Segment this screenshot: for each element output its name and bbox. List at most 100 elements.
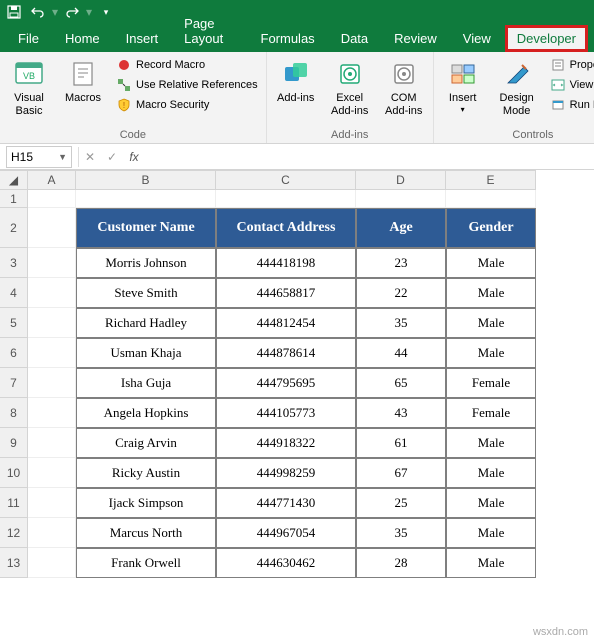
col-header[interactable]: B	[76, 170, 216, 190]
table-cell[interactable]: Richard Hadley	[76, 308, 216, 338]
table-cell[interactable]: Frank Orwell	[76, 548, 216, 578]
cell[interactable]	[28, 518, 76, 548]
row-header[interactable]: 4	[0, 278, 28, 308]
record-macro-button[interactable]: Record Macro	[114, 56, 260, 74]
table-cell[interactable]: 22	[356, 278, 446, 308]
table-cell[interactable]: Male	[446, 458, 536, 488]
table-cell[interactable]: 444967054	[216, 518, 356, 548]
row-header[interactable]: 10	[0, 458, 28, 488]
table-cell[interactable]: Craig Arvin	[76, 428, 216, 458]
table-cell[interactable]: 444795695	[216, 368, 356, 398]
table-cell[interactable]: 65	[356, 368, 446, 398]
cell[interactable]	[28, 548, 76, 578]
table-cell[interactable]: 23	[356, 248, 446, 278]
properties-button[interactable]: Properties	[548, 56, 594, 74]
table-cell[interactable]: 444918322	[216, 428, 356, 458]
row-header[interactable]: 12	[0, 518, 28, 548]
table-cell[interactable]: Male	[446, 488, 536, 518]
table-cell[interactable]: Male	[446, 518, 536, 548]
table-header[interactable]: Customer Name	[76, 208, 216, 248]
table-cell[interactable]: 35	[356, 518, 446, 548]
table-cell[interactable]: Male	[446, 278, 536, 308]
tab-file[interactable]: File	[6, 25, 51, 52]
table-cell[interactable]: Usman Khaja	[76, 338, 216, 368]
visual-basic-button[interactable]: VB Visual Basic	[6, 56, 52, 120]
tab-insert[interactable]: Insert	[114, 25, 171, 52]
tab-home[interactable]: Home	[53, 25, 112, 52]
cell[interactable]	[28, 278, 76, 308]
table-cell[interactable]: 444998259	[216, 458, 356, 488]
row-header[interactable]: 8	[0, 398, 28, 428]
view-code-button[interactable]: View Code	[548, 76, 594, 94]
cell[interactable]	[356, 190, 446, 208]
table-cell[interactable]: 61	[356, 428, 446, 458]
table-cell[interactable]: Ijack Simpson	[76, 488, 216, 518]
table-cell[interactable]: 25	[356, 488, 446, 518]
tab-data[interactable]: Data	[329, 25, 380, 52]
row-header[interactable]: 7	[0, 368, 28, 398]
cell[interactable]	[28, 458, 76, 488]
table-cell[interactable]: 35	[356, 308, 446, 338]
table-cell[interactable]: 44	[356, 338, 446, 368]
table-cell[interactable]: Male	[446, 308, 536, 338]
select-all-corner[interactable]: ◢	[0, 170, 28, 190]
table-cell[interactable]: Male	[446, 548, 536, 578]
tab-formulas[interactable]: Formulas	[249, 25, 327, 52]
insert-control-button[interactable]: Insert▾	[440, 56, 486, 117]
cell[interactable]	[28, 488, 76, 518]
table-cell[interactable]: 444878614	[216, 338, 356, 368]
use-relative-button[interactable]: Use Relative References	[114, 76, 260, 94]
redo-button[interactable]	[62, 2, 82, 22]
table-cell[interactable]: 67	[356, 458, 446, 488]
table-cell[interactable]: Marcus North	[76, 518, 216, 548]
table-header[interactable]: Contact Address	[216, 208, 356, 248]
name-box[interactable]: H15▼	[6, 146, 72, 168]
table-cell[interactable]: Male	[446, 338, 536, 368]
tab-review[interactable]: Review	[382, 25, 449, 52]
table-cell[interactable]: 444812454	[216, 308, 356, 338]
run-dialog-button[interactable]: Run Dialog	[548, 96, 594, 114]
row-header[interactable]: 13	[0, 548, 28, 578]
table-cell[interactable]: 444771430	[216, 488, 356, 518]
table-cell[interactable]: 444658817	[216, 278, 356, 308]
table-cell[interactable]: Male	[446, 248, 536, 278]
row-header[interactable]: 9	[0, 428, 28, 458]
table-cell[interactable]: Female	[446, 398, 536, 428]
col-header[interactable]: A	[28, 170, 76, 190]
col-header[interactable]: C	[216, 170, 356, 190]
insert-function-button[interactable]: fx	[123, 146, 145, 168]
formula-input[interactable]	[145, 146, 594, 168]
col-header[interactable]: D	[356, 170, 446, 190]
table-cell[interactable]: 444630462	[216, 548, 356, 578]
table-cell[interactable]: Ricky Austin	[76, 458, 216, 488]
cell[interactable]	[28, 368, 76, 398]
cell[interactable]	[28, 190, 76, 208]
macros-button[interactable]: Macros	[60, 56, 106, 107]
row-header[interactable]: 6	[0, 338, 28, 368]
enter-formula-button[interactable]: ✓	[101, 146, 123, 168]
cell[interactable]	[28, 398, 76, 428]
row-header[interactable]: 3	[0, 248, 28, 278]
tab-developer[interactable]: Developer	[505, 25, 588, 52]
table-header[interactable]: Gender	[446, 208, 536, 248]
excel-addins-button[interactable]: Excel Add-ins	[327, 56, 373, 120]
design-mode-button[interactable]: Design Mode	[494, 56, 540, 120]
macro-security-button[interactable]: !Macro Security	[114, 96, 260, 114]
tab-view[interactable]: View	[451, 25, 503, 52]
row-header[interactable]: 11	[0, 488, 28, 518]
table-header[interactable]: Age	[356, 208, 446, 248]
table-cell[interactable]: Steve Smith	[76, 278, 216, 308]
table-cell[interactable]: Female	[446, 368, 536, 398]
cell[interactable]	[28, 208, 76, 248]
table-cell[interactable]: 28	[356, 548, 446, 578]
cell[interactable]	[76, 190, 216, 208]
col-header[interactable]: E	[446, 170, 536, 190]
cell[interactable]	[28, 248, 76, 278]
qat-customize[interactable]: ▾	[96, 2, 116, 22]
cell[interactable]	[28, 338, 76, 368]
table-cell[interactable]: Morris Johnson	[76, 248, 216, 278]
addins-button[interactable]: Add-ins	[273, 56, 319, 107]
tab-pagelayout[interactable]: Page Layout	[172, 10, 246, 52]
worksheet-grid[interactable]: ◢ A B C D E 1 2 Customer Name Contact Ad…	[0, 170, 594, 578]
cancel-formula-button[interactable]: ✕	[79, 146, 101, 168]
